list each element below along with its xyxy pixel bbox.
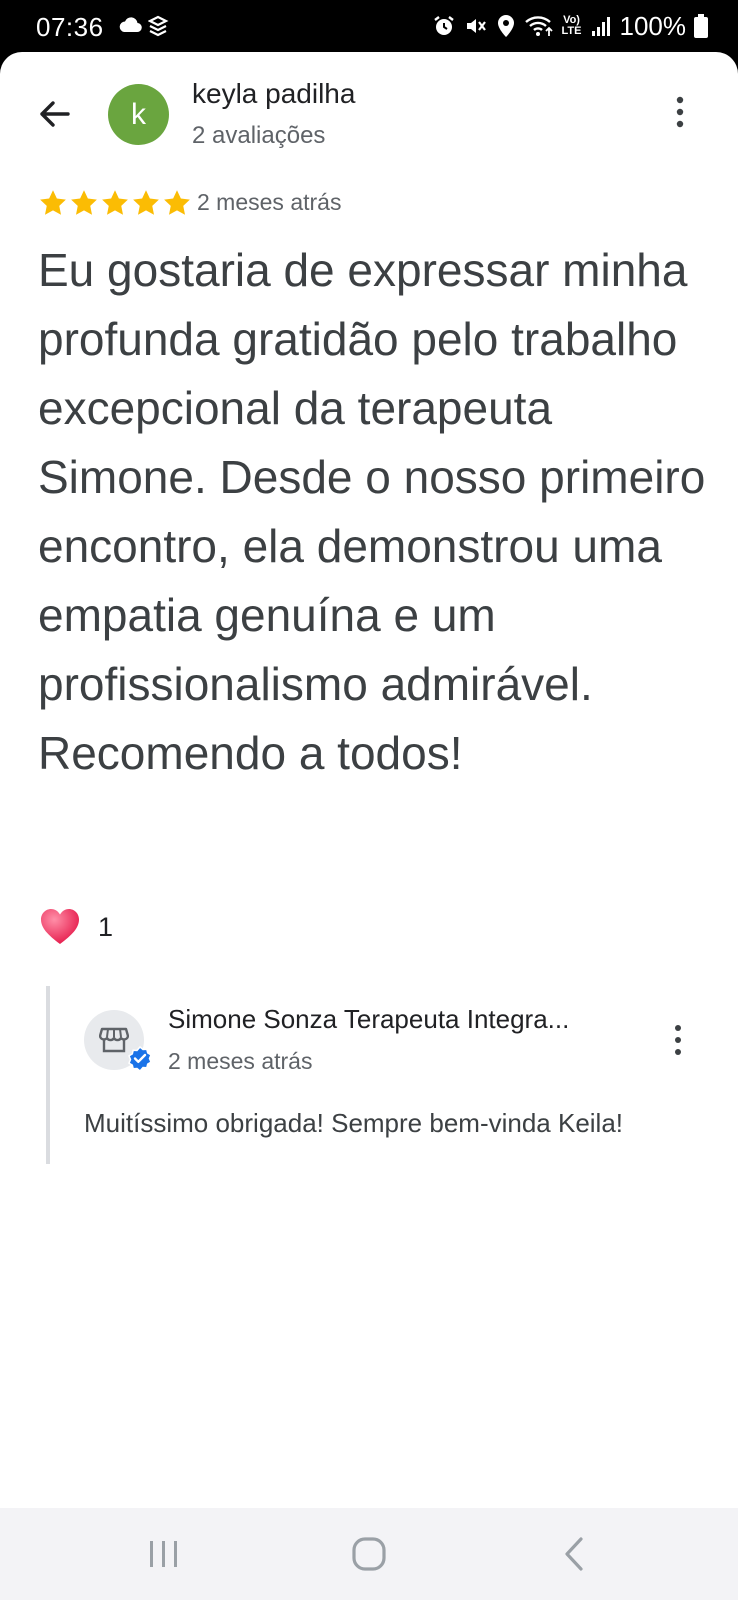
mute-icon	[466, 19, 486, 33]
reviewer-name[interactable]: keyla padilha	[192, 78, 355, 110]
status-time: 07:36	[36, 12, 104, 42]
recent-apps-icon[interactable]	[144, 1538, 184, 1570]
more-vert-icon[interactable]	[668, 92, 692, 132]
star-icon	[102, 190, 128, 215]
review-date: 2 meses atrás	[197, 189, 342, 215]
review-card: k keyla padilha 2 avaliações 2 meses atr…	[0, 52, 738, 1508]
arrow-back-icon[interactable]	[34, 94, 74, 134]
star-rating	[38, 188, 192, 218]
owner-reply-text: Muitíssimo obrigada! Sempre bem-vinda Ke…	[84, 1108, 624, 1138]
reviewer-avatar[interactable]: k	[108, 84, 169, 145]
status-bar: 07:36 Vo) LTE 100%	[0, 0, 738, 52]
location-icon	[497, 15, 514, 37]
volte-indicator: Vo) LTE	[562, 15, 582, 37]
reply-more-vert-icon[interactable]	[666, 1022, 690, 1058]
review-text: Eu gostaria de expressar minha profunda …	[38, 244, 706, 779]
sync-icon	[148, 15, 169, 37]
battery-percent: 100%	[619, 10, 687, 41]
star-icon	[40, 190, 66, 215]
lte-label: LTE	[561, 25, 582, 37]
owner-name[interactable]: Simone Sonza Terapeuta Integra...	[168, 1004, 648, 1035]
wifi-icon	[524, 16, 553, 36]
star-icon	[71, 190, 97, 215]
battery-icon	[694, 14, 708, 38]
verified-icon	[128, 1046, 152, 1070]
owner-reply: Simone Sonza Terapeuta Integra... 2 mese…	[46, 986, 736, 1164]
storefront-icon	[99, 1027, 129, 1053]
signal-icon	[591, 17, 610, 36]
alarm-icon	[433, 16, 454, 35]
status-icons: Vo) LTE 100%	[432, 10, 708, 42]
star-icon	[164, 190, 190, 215]
reaction-button[interactable]: 1	[40, 908, 113, 946]
owner-reply-date: 2 meses atrás	[168, 1048, 313, 1074]
system-nav-bar	[0, 1508, 738, 1600]
home-icon[interactable]	[350, 1536, 388, 1572]
heart-icon	[41, 909, 79, 944]
star-icon	[133, 190, 159, 215]
avatar-letter: k	[131, 97, 146, 131]
nav-back-icon[interactable]	[562, 1536, 586, 1572]
cloud-icon	[119, 17, 142, 33]
reviewer-review-count: 2 avaliações	[192, 122, 326, 149]
reaction-count: 1	[98, 911, 114, 942]
